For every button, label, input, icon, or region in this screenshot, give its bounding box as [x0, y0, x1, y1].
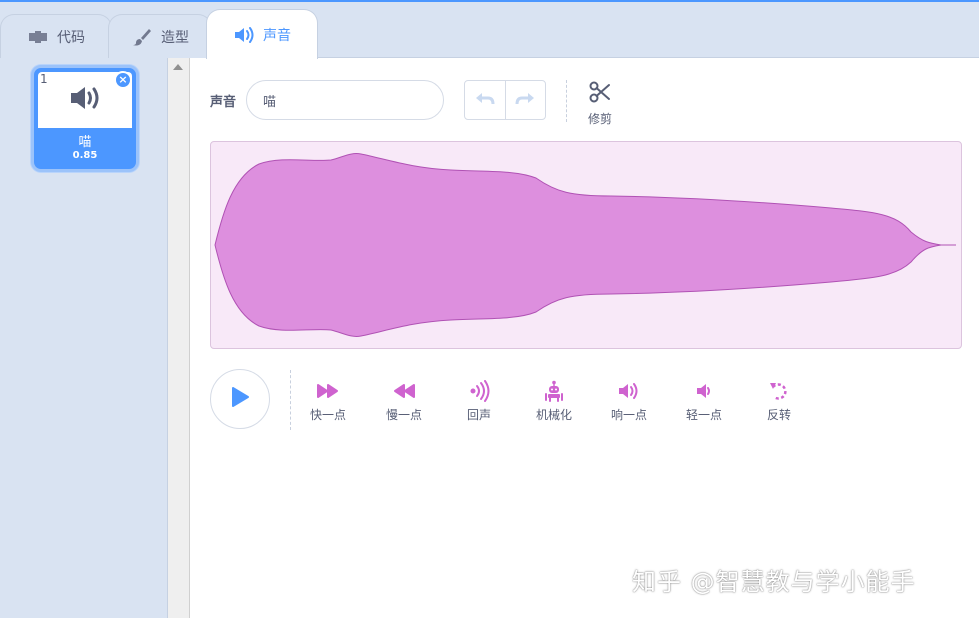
undo-button[interactable]	[465, 81, 505, 119]
redo-button[interactable]	[504, 81, 545, 119]
sound-item-duration: 0.85	[72, 150, 98, 161]
code-icon	[27, 28, 49, 46]
effect-slower-label: 慢一点	[385, 408, 422, 422]
effects-divider	[290, 370, 291, 430]
scroll-up-arrow-icon[interactable]	[173, 64, 183, 70]
tab-costumes[interactable]: 造型	[108, 14, 212, 59]
speaker-icon	[233, 26, 255, 44]
faster-icon	[296, 378, 360, 404]
tab-sounds-label: 声音	[263, 27, 291, 44]
effect-softer-label: 轻一点	[685, 408, 722, 422]
sound-index: 1	[40, 72, 48, 86]
effect-reverse-label: 反转	[766, 408, 791, 422]
delete-sound-button[interactable]: ×	[114, 71, 132, 89]
effect-echo-label: 回声	[466, 408, 491, 422]
sound-name-label: 声音	[210, 95, 237, 110]
effect-faster-button[interactable]: 快一点	[296, 378, 360, 423]
effect-louder-button[interactable]: 响一点	[597, 378, 661, 423]
speaker-icon	[69, 85, 101, 115]
reverse-icon	[747, 378, 811, 404]
play-icon	[230, 386, 250, 412]
effect-reverse-button[interactable]: 反转	[747, 378, 811, 423]
watermark: 知乎 @智慧教与学小能手	[632, 568, 916, 596]
sound-list-item[interactable]: 1 × 喵 0.85	[31, 65, 139, 172]
scissors-icon	[588, 81, 612, 108]
brush-icon	[131, 28, 153, 46]
undo-icon	[475, 91, 495, 110]
close-icon: ×	[118, 73, 128, 86]
effect-softer-button[interactable]: 轻一点	[672, 378, 736, 423]
effect-louder-label: 响一点	[610, 408, 647, 422]
slower-icon	[372, 378, 436, 404]
toolbar-divider	[566, 80, 567, 122]
trim-label: 修剪	[587, 112, 612, 126]
effect-echo-button[interactable]: 回声	[447, 378, 511, 423]
waveform-area[interactable]	[210, 141, 962, 349]
sound-name-input[interactable]: 喵	[246, 80, 444, 120]
robot-icon	[522, 378, 586, 404]
echo-icon	[447, 378, 511, 404]
redo-icon	[515, 91, 535, 110]
louder-icon	[597, 378, 661, 404]
tab-costumes-label: 造型	[161, 30, 189, 46]
sound-item-name: 喵	[78, 135, 92, 150]
effect-slower-button[interactable]: 慢一点	[372, 378, 436, 423]
waveform	[214, 153, 956, 337]
sidebar-scrollbar[interactable]	[168, 58, 190, 618]
undo-redo-group	[464, 80, 546, 120]
trim-button[interactable]: 修剪	[582, 80, 618, 127]
softer-icon	[672, 378, 736, 404]
tab-code[interactable]: 代码	[0, 14, 112, 59]
effect-robot-label: 机械化	[535, 408, 572, 422]
effect-robot-button[interactable]: 机械化	[522, 378, 586, 423]
effect-faster-label: 快一点	[309, 408, 346, 422]
tab-code-label: 代码	[57, 30, 85, 46]
sound-editor: 声音 喵 修剪 快一点 慢一点 回声 机械化 响一点 轻一点 反转	[190, 58, 979, 618]
editor-tabs: 代码 造型 声音	[0, 2, 979, 59]
tab-sounds[interactable]: 声音	[206, 9, 318, 59]
play-sound-button[interactable]	[210, 369, 270, 429]
